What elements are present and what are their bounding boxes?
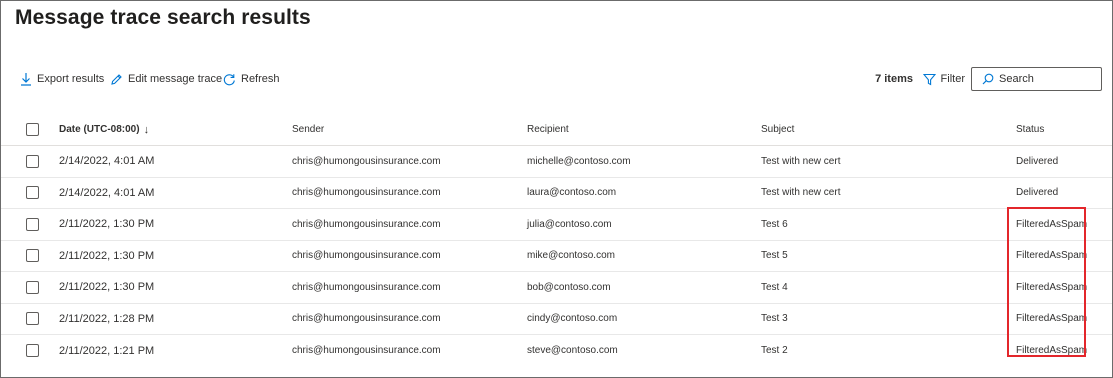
- refresh-button[interactable]: Refresh: [223, 67, 280, 91]
- table-row[interactable]: 2/11/2022, 1:30 PM chris@humongousinsura…: [1, 272, 1112, 304]
- row-subject: Test 4: [761, 281, 788, 293]
- results-table: Date (UTC-08:00) ↓ Sender Recipient Subj…: [1, 114, 1112, 367]
- row-recipient: laura@contoso.com: [527, 187, 617, 199]
- column-header-date-label: Date (UTC-08:00): [59, 124, 140, 135]
- row-sender: chris@humongousinsurance.com: [292, 155, 441, 167]
- page-title: Message trace search results: [15, 6, 311, 29]
- items-count: 7 items: [875, 73, 913, 85]
- row-checkbox[interactable]: [26, 335, 39, 367]
- row-checkbox[interactable]: [26, 178, 39, 209]
- table-row[interactable]: 2/14/2022, 4:01 AM chris@humongousinsura…: [1, 146, 1112, 178]
- column-header-date[interactable]: Date (UTC-08:00) ↓: [59, 114, 149, 145]
- row-date: 2/14/2022, 4:01 AM: [59, 186, 155, 199]
- row-sender: chris@humongousinsurance.com: [292, 281, 441, 293]
- row-recipient: bob@contoso.com: [527, 281, 611, 293]
- row-subject: Test 3: [761, 313, 788, 325]
- download-icon: [21, 73, 31, 86]
- row-recipient: julia@contoso.com: [527, 218, 612, 230]
- search-icon: [982, 73, 994, 85]
- row-date: 2/11/2022, 1:30 PM: [59, 281, 155, 294]
- row-checkbox[interactable]: [26, 272, 39, 303]
- row-status: Delivered: [1016, 155, 1059, 167]
- sort-descending-icon: ↓: [143, 123, 150, 136]
- row-sender: chris@humongousinsurance.com: [292, 187, 441, 199]
- row-recipient: steve@contoso.com: [527, 345, 618, 357]
- column-header-sender[interactable]: Sender: [292, 114, 324, 145]
- row-subject: Test 5: [761, 250, 788, 262]
- table-header: Date (UTC-08:00) ↓ Sender Recipient Subj…: [1, 114, 1112, 146]
- edit-message-trace-button[interactable]: Edit message trace: [110, 67, 222, 91]
- spam-status-highlight: [1007, 207, 1086, 357]
- pencil-icon: [111, 73, 122, 85]
- table-row[interactable]: 2/11/2022, 1:30 PM chris@humongousinsura…: [1, 209, 1112, 241]
- filter-icon: [922, 73, 936, 85]
- edit-message-trace-label: Edit message trace: [128, 73, 223, 85]
- row-subject: Test 2: [761, 345, 788, 357]
- filter-button[interactable]: Filter: [922, 67, 965, 91]
- filter-label: Filter: [940, 73, 965, 85]
- row-sender: chris@humongousinsurance.com: [292, 250, 441, 262]
- export-results-button[interactable]: Export results: [20, 67, 104, 91]
- row-checkbox[interactable]: [26, 304, 39, 335]
- toolbar: Export results Edit message trace Refres…: [1, 67, 1112, 91]
- select-all-checkbox[interactable]: [26, 114, 39, 145]
- table-row[interactable]: 2/14/2022, 4:01 AM chris@humongousinsura…: [1, 178, 1112, 209]
- row-recipient: cindy@contoso.com: [527, 313, 618, 325]
- row-recipient: mike@contoso.com: [527, 250, 615, 262]
- table-row[interactable]: 2/11/2022, 1:28 PM chris@humongousinsura…: [1, 304, 1112, 335]
- row-sender: chris@humongousinsurance.com: [292, 313, 441, 325]
- row-date: 2/11/2022, 1:30 PM: [59, 218, 155, 231]
- search-input[interactable]: [999, 73, 1094, 85]
- refresh-label: Refresh: [241, 73, 280, 85]
- message-trace-panel: Message trace search results Export resu…: [0, 0, 1113, 378]
- row-checkbox[interactable]: [26, 241, 39, 272]
- row-status: Delivered: [1016, 187, 1059, 199]
- export-results-label: Export results: [37, 73, 105, 85]
- table-row[interactable]: 2/11/2022, 1:21 PM chris@humongousinsura…: [1, 335, 1112, 367]
- row-date: 2/11/2022, 1:30 PM: [59, 249, 155, 262]
- search-box[interactable]: [971, 67, 1102, 91]
- row-checkbox[interactable]: [26, 146, 39, 177]
- row-date: 2/11/2022, 1:21 PM: [59, 344, 155, 357]
- column-header-status[interactable]: Status: [1016, 114, 1044, 145]
- table-row[interactable]: 2/11/2022, 1:30 PM chris@humongousinsura…: [1, 241, 1112, 272]
- row-date: 2/14/2022, 4:01 AM: [59, 155, 155, 168]
- row-checkbox[interactable]: [26, 209, 39, 240]
- row-recipient: michelle@contoso.com: [527, 155, 631, 167]
- row-subject: Test 6: [761, 218, 788, 230]
- row-sender: chris@humongousinsurance.com: [292, 345, 441, 357]
- row-subject: Test with new cert: [761, 155, 841, 167]
- column-header-subject[interactable]: Subject: [761, 114, 794, 145]
- row-sender: chris@humongousinsurance.com: [292, 218, 441, 230]
- column-header-recipient[interactable]: Recipient: [527, 114, 569, 145]
- refresh-icon: [223, 73, 235, 85]
- row-date: 2/11/2022, 1:28 PM: [59, 312, 155, 325]
- row-subject: Test with new cert: [761, 187, 841, 199]
